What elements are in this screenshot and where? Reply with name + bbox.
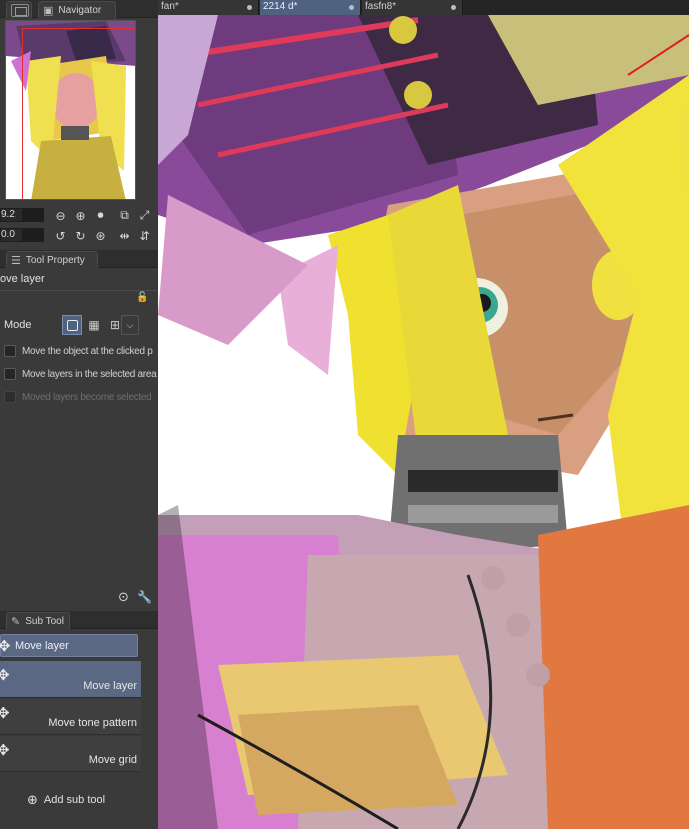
close-dot-icon[interactable] (451, 5, 456, 10)
navigator-icon: ▣ (43, 4, 54, 17)
checker-icon: ▦ (88, 318, 100, 332)
artwork (158, 15, 689, 829)
document-tabbar: fan* 2214 d* fasfn8* (158, 0, 689, 15)
grid-icon: ⊞ (109, 318, 121, 332)
fit-window-icon[interactable]: ⧉ (117, 208, 132, 223)
sub-tool-label: Move grid (88, 754, 137, 766)
option-label: Move layers in the selected area (22, 368, 157, 380)
mode-rectangle-button[interactable] (62, 315, 82, 335)
screen-icon (11, 3, 29, 17)
tool-property-tab-label: Tool Property (25, 254, 85, 266)
navigator-tabbar: ▣ Navigator (0, 0, 158, 18)
tab-tool-property[interactable]: ☰ Tool Property (6, 251, 98, 268)
square-icon (66, 319, 78, 331)
tab-navigator[interactable]: ▣ Navigator (38, 1, 116, 18)
sub-tool-item-move-layer[interactable]: ✥ Move layer (0, 661, 141, 698)
checkbox[interactable] (4, 368, 16, 380)
lock-icon[interactable]: 🔓 (135, 290, 150, 305)
fit-navigator-icon[interactable]: ⤢ (137, 208, 152, 223)
mode-label: Mode (4, 319, 32, 331)
checkbox[interactable] (4, 345, 16, 357)
flip-vertical-icon[interactable]: ⇵ (137, 228, 152, 243)
move-icon: ✥ (0, 638, 11, 655)
plus-circle-icon: ⊕ (27, 792, 38, 807)
option-move-clicked-object[interactable]: Move the object at the clicked p (4, 345, 153, 357)
tool-property-tabbar: ☰ Tool Property (0, 250, 158, 268)
mode-tone-button[interactable]: ▦ (84, 315, 104, 335)
chevron-down-icon: ⌵ (126, 319, 134, 330)
move-icon: ✥ (0, 667, 10, 684)
add-sub-tool-label: Add sub tool (43, 794, 106, 806)
sub-tool-label: Move tone pattern (48, 717, 137, 729)
checkbox (4, 391, 16, 403)
sub-tool-tabbar: ✎ Sub Tool (0, 611, 158, 629)
zoom-in-icon[interactable]: ⊕ (73, 208, 88, 223)
rotate-left-icon[interactable]: ↺ (53, 228, 68, 243)
brush-icon: ✎ (11, 615, 21, 628)
doc-tab-label: fan* (161, 1, 179, 12)
rotate-right-icon[interactable]: ↻ (73, 228, 88, 243)
close-dot-icon[interactable] (349, 5, 354, 10)
zoom-slider[interactable] (22, 209, 44, 221)
doc-tab-label: fasfn8* (365, 1, 397, 12)
tool-reset-icon[interactable]: ⊙ (116, 589, 131, 604)
rotate-slider[interactable] (22, 229, 44, 241)
move-icon: ✥ (0, 742, 10, 759)
sub-tool-tab-label: Sub Tool (25, 615, 64, 627)
mode-dropdown[interactable]: ⌵ (121, 315, 139, 335)
sub-tool-group-move-layer[interactable]: ✥ Move layer (0, 634, 138, 657)
rotate-value: 0.0 (1, 229, 15, 240)
option-moved-become-selected: Moved layers become selected (4, 391, 152, 403)
sub-tool-item-move-tone-pattern[interactable]: ✥ Move tone pattern (0, 699, 141, 735)
option-label: Moved layers become selected (22, 391, 152, 403)
doc-tab-label: 2214 d* (263, 1, 298, 12)
zoom-out-icon[interactable]: ⊖ (53, 208, 68, 223)
doc-tab-fan[interactable]: fan* (158, 0, 259, 15)
sub-tool-label: Move layer (83, 680, 137, 692)
left-panel: ▣ Navigator 9.2 ⊖ ⊕ ⏺ ⧉ ⤢ 0.0 ↺ ↻ ⊛ ⇹ ⇵ … (0, 0, 158, 829)
sliders-icon: ☰ (11, 254, 21, 267)
navigator-preview[interactable] (5, 20, 136, 200)
tab-sub-tool[interactable]: ✎ Sub Tool (6, 612, 70, 629)
doc-tab-fasfn8[interactable]: fasfn8* (362, 0, 463, 15)
tool-property-title: ove layer (0, 273, 45, 285)
add-sub-tool-button[interactable]: ⊕ Add sub tool (27, 792, 105, 808)
drawing-canvas[interactable] (158, 15, 689, 829)
group-label: Move layer (15, 640, 69, 652)
navigator-view-frame[interactable] (22, 28, 135, 199)
option-label: Move the object at the clicked p (22, 345, 153, 357)
flip-horizontal-icon[interactable]: ⇹ (117, 228, 132, 243)
actual-size-icon[interactable]: ⏺ (93, 208, 108, 223)
sub-tool-item-move-grid[interactable]: ✥ Move grid (0, 736, 141, 772)
zoom-value: 9.2 (1, 209, 15, 220)
close-dot-icon[interactable] (247, 5, 252, 10)
option-move-selected-area[interactable]: Move layers in the selected area (4, 368, 157, 380)
wrench-icon[interactable]: 🔧 (137, 589, 152, 604)
doc-tab-2214[interactable]: 2214 d* (260, 0, 361, 15)
reset-rotation-icon[interactable]: ⊛ (93, 228, 108, 243)
move-icon: ✥ (0, 705, 10, 722)
navigator-tab-label: Navigator (58, 4, 102, 16)
tab-canvas-view[interactable] (6, 1, 32, 18)
